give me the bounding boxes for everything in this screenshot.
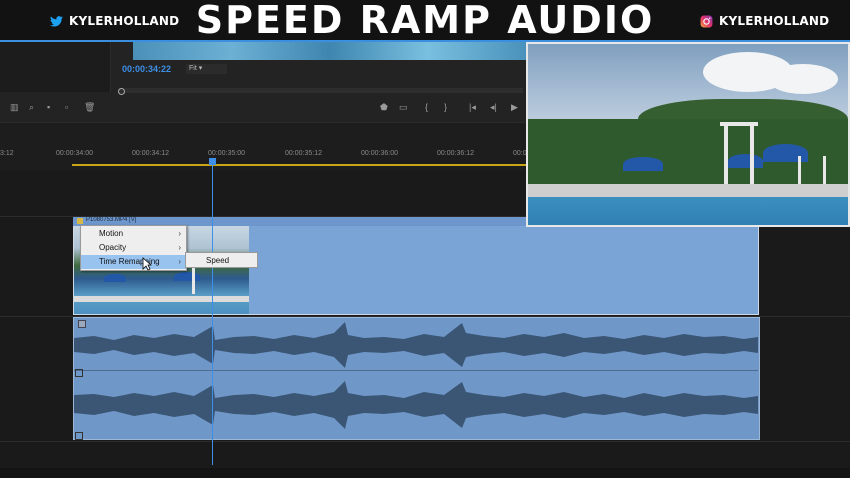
pool-deck-shape [74,296,249,302]
audio-waveform-left [74,322,758,368]
source-preview-strip [133,42,526,60]
clip-context-menu: Motion › Opacity › Time Remapping › [80,225,187,271]
clip-name: P1080753.MP4 [V] [86,217,137,223]
channel-label [75,432,83,440]
mouse-cursor-icon [142,257,152,271]
fx-badge-icon[interactable] [77,218,83,224]
audio-waveform-right [74,381,758,429]
lifeguard-chair-shape [823,156,826,186]
diving-board-shape [720,122,758,126]
umbrella-shape [104,274,126,282]
pool-water [528,197,848,225]
channel-divider [74,370,758,371]
program-monitor-preview [526,42,850,227]
menu-item-label: Motion [99,229,124,238]
pool-deck [528,184,848,198]
go-to-in-icon[interactable]: |◂ [469,102,476,113]
source-timecode[interactable]: 00:00:34:22 [122,64,171,74]
ruler-tick-label: 00:00:34:12 [132,150,169,157]
umbrella-shape [623,157,663,171]
search-icon[interactable]: ⌕ [29,102,34,113]
new-item-icon[interactable]: ▫ [65,102,68,112]
chevron-down-icon: ▾ [198,65,203,72]
umbrella-shape [728,154,763,168]
fit-label: Fit [189,65,197,72]
mark-in-icon[interactable]: { [425,102,428,112]
submenu-item-speed[interactable]: Speed [185,252,258,268]
trash-icon[interactable]: 🗑 [84,102,95,113]
scrub-handle[interactable] [118,88,125,95]
safe-margins-icon[interactable]: ▭ [399,102,408,113]
menu-item-label: Opacity [99,243,127,252]
ruler-tick-label: 00:00:34:00 [56,150,93,157]
channel-label [75,369,83,377]
in-out-range-bar[interactable] [72,164,527,166]
ruler-tick-label: 00:00:35:00 [208,150,245,157]
umbrella-shape [174,272,200,281]
marker-icon[interactable]: ⬟ [380,102,388,113]
diving-tower-shape [724,124,728,186]
lifeguard-chair-shape [798,156,801,186]
ruler-tick-label: 3:12 [0,150,14,157]
chevron-right-icon: › [178,257,181,266]
playhead-line[interactable] [212,165,213,465]
cloud-shape [768,64,838,94]
play-icon[interactable]: ▶ [511,102,518,113]
diving-tower-shape [750,124,754,186]
chevron-right-icon: › [178,243,181,252]
timeline-scrollbar[interactable] [0,468,850,478]
instagram-icon [700,15,713,27]
playhead-handle[interactable] [209,158,216,165]
track-divider [0,441,850,442]
project-panel [0,42,111,92]
menu-item-opacity[interactable]: Opacity › [81,241,186,255]
instagram-handle-text: KYLERHOLLAND [719,14,830,28]
ruler-tick-label: 00:00:36:00 [361,150,398,157]
chevron-right-icon: › [178,229,181,238]
ruler-tick-label: 00:00:36:12 [437,150,474,157]
menu-item-time-remapping[interactable]: Time Remapping › [81,255,186,269]
umbrella-shape [763,144,808,162]
folder-icon[interactable]: ▪ [47,102,50,112]
mark-out-icon[interactable]: } [444,102,447,112]
list-view-icon[interactable]: ▥ [10,102,19,113]
instagram-handle: KYLERHOLLAND [700,13,829,29]
ruler-tick-label: 00:00:35:12 [285,150,322,157]
source-scrub-bar[interactable] [118,88,523,93]
fit-dropdown[interactable]: Fit ▾ [186,64,227,74]
menu-item-motion[interactable]: Motion › [81,227,186,241]
step-back-icon[interactable]: ◂| [490,102,497,113]
